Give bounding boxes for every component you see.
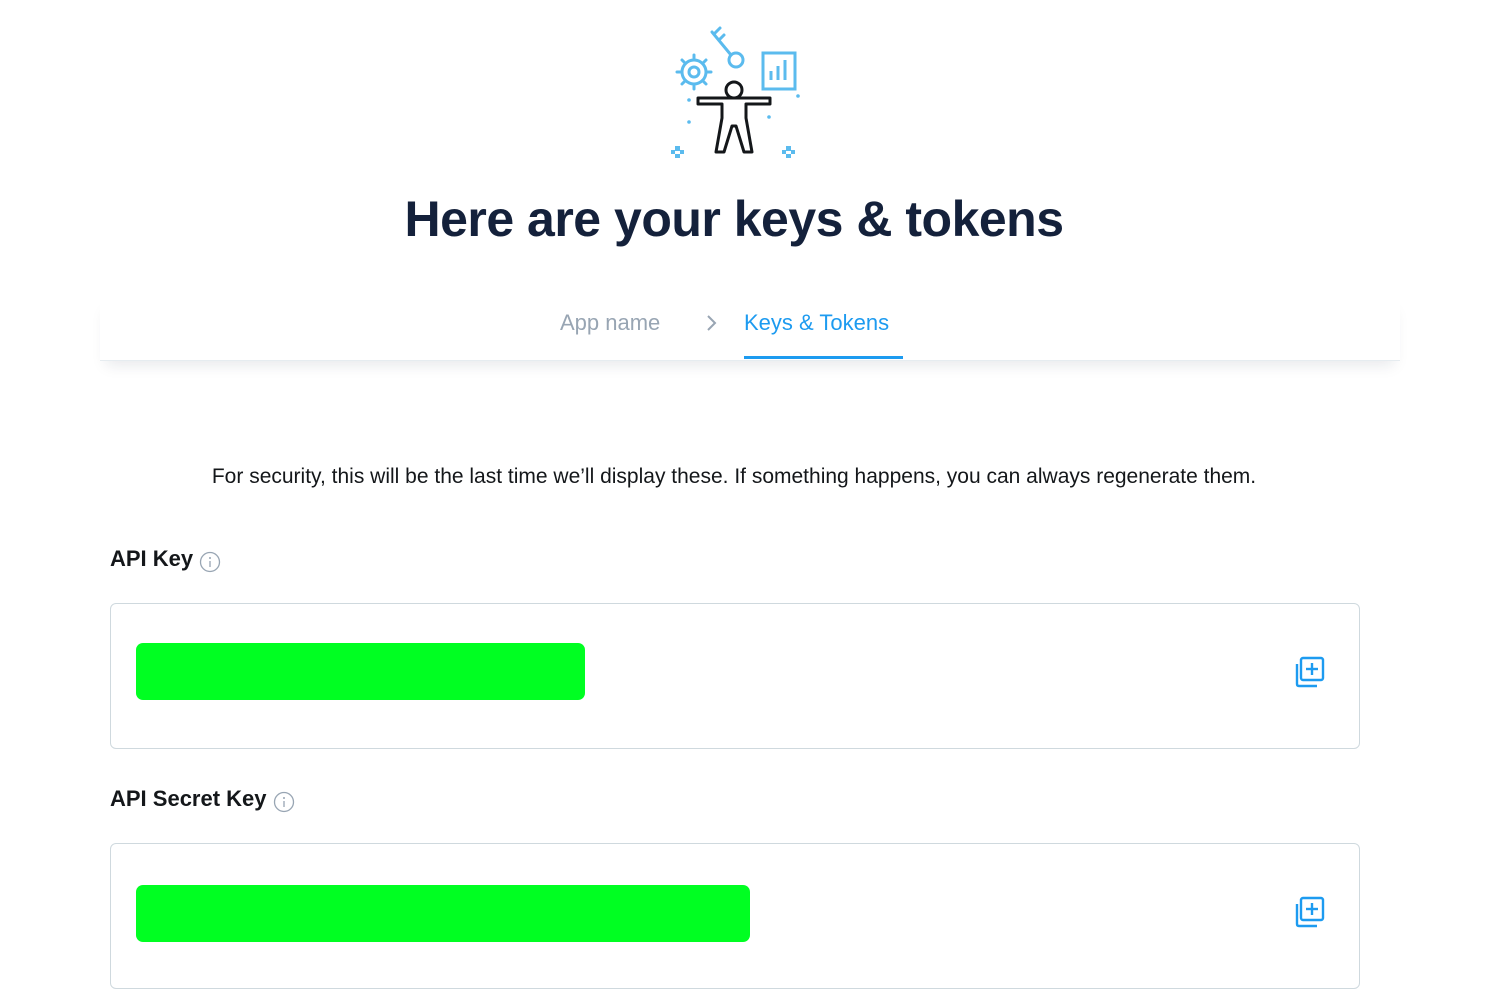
page-title: Here are your keys & tokens bbox=[404, 191, 1064, 247]
api-key-value-redacted[interactable] bbox=[136, 643, 585, 700]
developer-keys-illustration bbox=[671, 26, 800, 158]
gear-icon bbox=[675, 53, 713, 91]
api-secret-key-label-row: API Secret Key bbox=[110, 784, 295, 814]
breadcrumb-keys-tokens[interactable]: Keys & Tokens bbox=[744, 308, 889, 338]
person-icon bbox=[696, 80, 772, 154]
api-secret-key-value-redacted[interactable] bbox=[136, 885, 750, 942]
info-icon[interactable] bbox=[273, 791, 295, 813]
security-notice: For security, this will be the last time… bbox=[211, 465, 1257, 488]
api-secret-key-field bbox=[110, 843, 1360, 989]
breadcrumb: App name Keys & Tokens bbox=[100, 296, 1400, 361]
chevron-right-icon bbox=[707, 315, 717, 331]
copy-plus-icon bbox=[1295, 896, 1325, 928]
api-key-label-row: API Key bbox=[110, 544, 221, 574]
copy-api-secret-key-button[interactable] bbox=[1291, 894, 1329, 932]
key-icon bbox=[710, 26, 745, 69]
copy-plus-icon bbox=[1295, 656, 1325, 688]
api-secret-key-label: API Secret Key bbox=[110, 786, 267, 811]
active-tab-indicator bbox=[744, 356, 903, 359]
bar-chart-icon bbox=[761, 51, 797, 91]
breadcrumb-app-name[interactable]: App name bbox=[560, 308, 660, 338]
info-icon[interactable] bbox=[199, 551, 221, 573]
copy-api-key-button[interactable] bbox=[1291, 654, 1329, 692]
api-key-label: API Key bbox=[110, 546, 194, 571]
api-key-field bbox=[110, 603, 1360, 749]
